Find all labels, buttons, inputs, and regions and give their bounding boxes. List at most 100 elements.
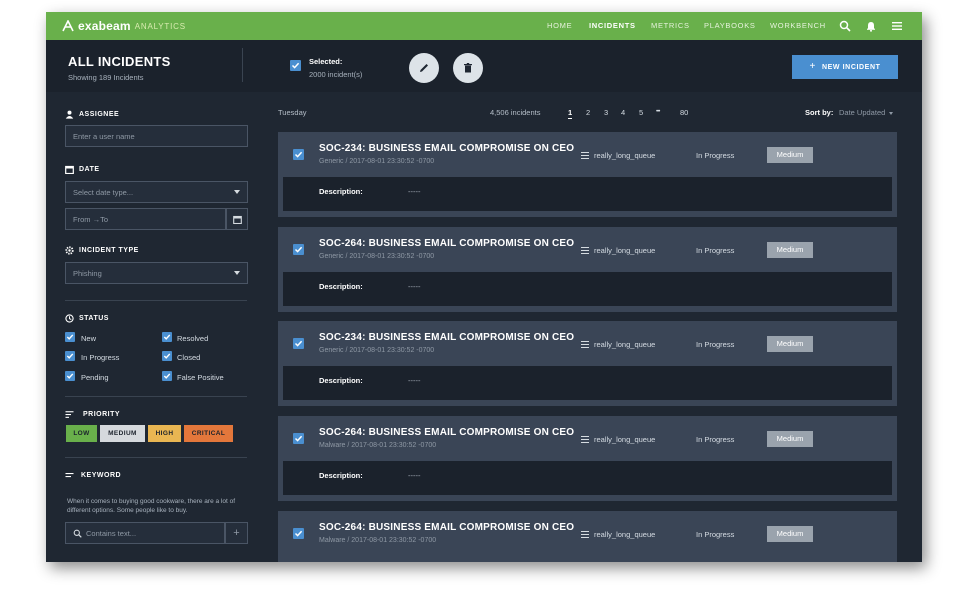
sort-by-select[interactable]: Date Updated — [839, 108, 894, 117]
calendar-icon — [65, 165, 74, 174]
incident-title[interactable]: SOC-264: BUSINESS EMAIL COMPROMISE ON CE… — [319, 427, 574, 438]
nav-metrics[interactable]: METRICS — [651, 12, 690, 40]
page-3[interactable]: 3 — [604, 108, 608, 117]
select-all-checkbox[interactable] — [290, 60, 301, 71]
description-label: Description: — [319, 471, 363, 480]
status-checkbox-new[interactable] — [65, 332, 75, 342]
page-80[interactable]: 80 — [680, 108, 688, 117]
incident-checkbox[interactable] — [293, 528, 304, 539]
status-checkbox-pending[interactable] — [65, 371, 75, 381]
search-icon[interactable] — [839, 20, 851, 32]
incident-checkbox[interactable] — [293, 149, 304, 160]
incident-title[interactable]: SOC-264: BUSINESS EMAIL COMPROMISE ON CE… — [319, 522, 574, 533]
keyword-label: KEYWORD — [81, 472, 122, 479]
chevron-down-icon — [889, 111, 894, 115]
app-window: exabeam ANALYTICS HOME INCIDENTS METRICS… — [46, 12, 922, 562]
pencil-icon — [420, 64, 428, 72]
plus-icon: + — [809, 61, 816, 72]
filter-sidebar: ASSIGNEE Enter a user name DATE Select d… — [46, 92, 266, 562]
logo-subtitle: ANALYTICS — [134, 21, 186, 31]
incident-title[interactable]: SOC-234: BUSINESS EMAIL COMPROMISE ON CE… — [319, 332, 574, 343]
logo[interactable]: exabeam ANALYTICS — [62, 18, 186, 34]
nav-incidents[interactable]: INCIDENTS — [589, 12, 636, 40]
incident-total: Showing 189 Incidents — [68, 73, 144, 82]
selected-label: Selected: — [309, 57, 343, 66]
assignee-placeholder: Enter a user name — [73, 131, 135, 141]
incident-checkbox[interactable] — [293, 338, 304, 349]
incident-card[interactable]: SOC-264: BUSINESS EMAIL COMPROMISE ON CE… — [278, 511, 897, 562]
priority-badge: Medium — [767, 336, 813, 352]
nav-playbooks[interactable]: PLAYBOOKS — [704, 12, 756, 40]
page-2[interactable]: 2 — [586, 108, 590, 117]
description-label: Description: — [319, 187, 363, 196]
page-ellipsis[interactable]: ••• — [656, 109, 660, 115]
description-label: Description: — [319, 282, 363, 291]
delete-button[interactable] — [453, 53, 483, 83]
nav-home[interactable]: HOME — [547, 12, 572, 40]
page-header: ALL INCIDENTS Showing 189 Incidents Sele… — [46, 40, 922, 92]
incident-checkbox[interactable] — [293, 244, 304, 255]
add-keyword-button[interactable]: + — [225, 522, 248, 544]
check-icon — [66, 373, 74, 379]
priority-low-button[interactable]: LOW — [66, 425, 97, 442]
date-type-select[interactable]: Select date type... — [65, 181, 248, 203]
clock-icon — [65, 314, 74, 323]
incident-status: In Progress — [696, 530, 735, 539]
menu-icon[interactable] — [891, 20, 903, 32]
calendar-button[interactable] — [226, 208, 248, 230]
sort-by-value: Date Updated — [839, 108, 886, 117]
priority-badge: Medium — [767, 242, 813, 258]
incident-card[interactable]: SOC-264: BUSINESS EMAIL COMPROMISE ON CE… — [278, 227, 897, 312]
assignee-input[interactable]: Enter a user name — [65, 125, 248, 147]
incident-status: In Progress — [696, 435, 735, 444]
date-range-text: From →To — [73, 214, 109, 224]
priority-critical-button[interactable]: CRITICAL — [184, 425, 233, 442]
incident-meta: Malware / 2017-08-01 23:30:52 -0700 — [319, 442, 437, 449]
nav-workbench[interactable]: WORKBENCH — [770, 12, 826, 40]
incident-card[interactable]: SOC-234: BUSINESS EMAIL COMPROMISE ON CE… — [278, 132, 897, 217]
incident-count: 4,506 incidents — [490, 108, 541, 117]
keyword-input[interactable]: Contains text... — [65, 522, 225, 544]
page-5[interactable]: 5 — [639, 108, 643, 117]
page-title: ALL INCIDENTS — [68, 54, 171, 69]
check-icon — [291, 62, 300, 69]
priority-badge: Medium — [767, 431, 813, 447]
status-option-in-progress: In Progress — [81, 353, 120, 362]
date-type-placeholder: Select date type... — [73, 187, 134, 197]
incident-title[interactable]: SOC-264: BUSINESS EMAIL COMPROMISE ON CE… — [319, 238, 574, 249]
priority-medium-button[interactable]: MEDIUM — [100, 425, 145, 442]
edit-button[interactable] — [409, 53, 439, 83]
status-checkbox-in-progress[interactable] — [65, 351, 75, 361]
incident-card[interactable]: SOC-264: BUSINESS EMAIL COMPROMISE ON CE… — [278, 416, 897, 501]
new-incident-button[interactable]: + NEW INCIDENT — [792, 55, 898, 79]
calendar-icon — [232, 215, 242, 224]
incident-meta: Malware / 2017-08-01 23:30:52 -0700 — [319, 537, 437, 544]
status-label: STATUS — [79, 315, 109, 322]
page-4[interactable]: 4 — [621, 108, 625, 117]
status-checkbox-closed[interactable] — [162, 351, 172, 361]
logo-name: exabeam — [78, 19, 131, 33]
date-range-input[interactable]: From →To — [65, 208, 226, 230]
incident-checkbox[interactable] — [293, 433, 304, 444]
incident-card[interactable]: SOC-234: BUSINESS EMAIL COMPROMISE ON CE… — [278, 321, 897, 406]
check-icon — [294, 246, 303, 253]
check-icon — [163, 373, 171, 379]
gear-icon — [65, 246, 74, 255]
description-value: ----- — [408, 471, 421, 480]
status-checkbox-resolved[interactable] — [162, 332, 172, 342]
page-1[interactable]: 1 — [568, 108, 573, 119]
description-label: Description: — [319, 376, 363, 385]
incident-type-select[interactable]: Phishing — [65, 262, 248, 284]
user-icon — [65, 110, 74, 119]
top-nav-bar: exabeam ANALYTICS HOME INCIDENTS METRICS… — [46, 12, 922, 40]
trash-icon — [464, 63, 472, 73]
check-icon — [294, 151, 303, 158]
queue-list-icon — [581, 247, 589, 254]
status-checkbox-false-positive[interactable] — [162, 371, 172, 381]
bell-icon[interactable] — [865, 20, 877, 32]
check-icon — [66, 334, 74, 340]
incident-meta: Generic / 2017-08-01 23:30:52 -0700 — [319, 158, 435, 165]
incident-status: In Progress — [696, 340, 735, 349]
incident-title[interactable]: SOC-234: BUSINESS EMAIL COMPROMISE ON CE… — [319, 143, 574, 154]
priority-high-button[interactable]: HIGH — [148, 425, 181, 442]
